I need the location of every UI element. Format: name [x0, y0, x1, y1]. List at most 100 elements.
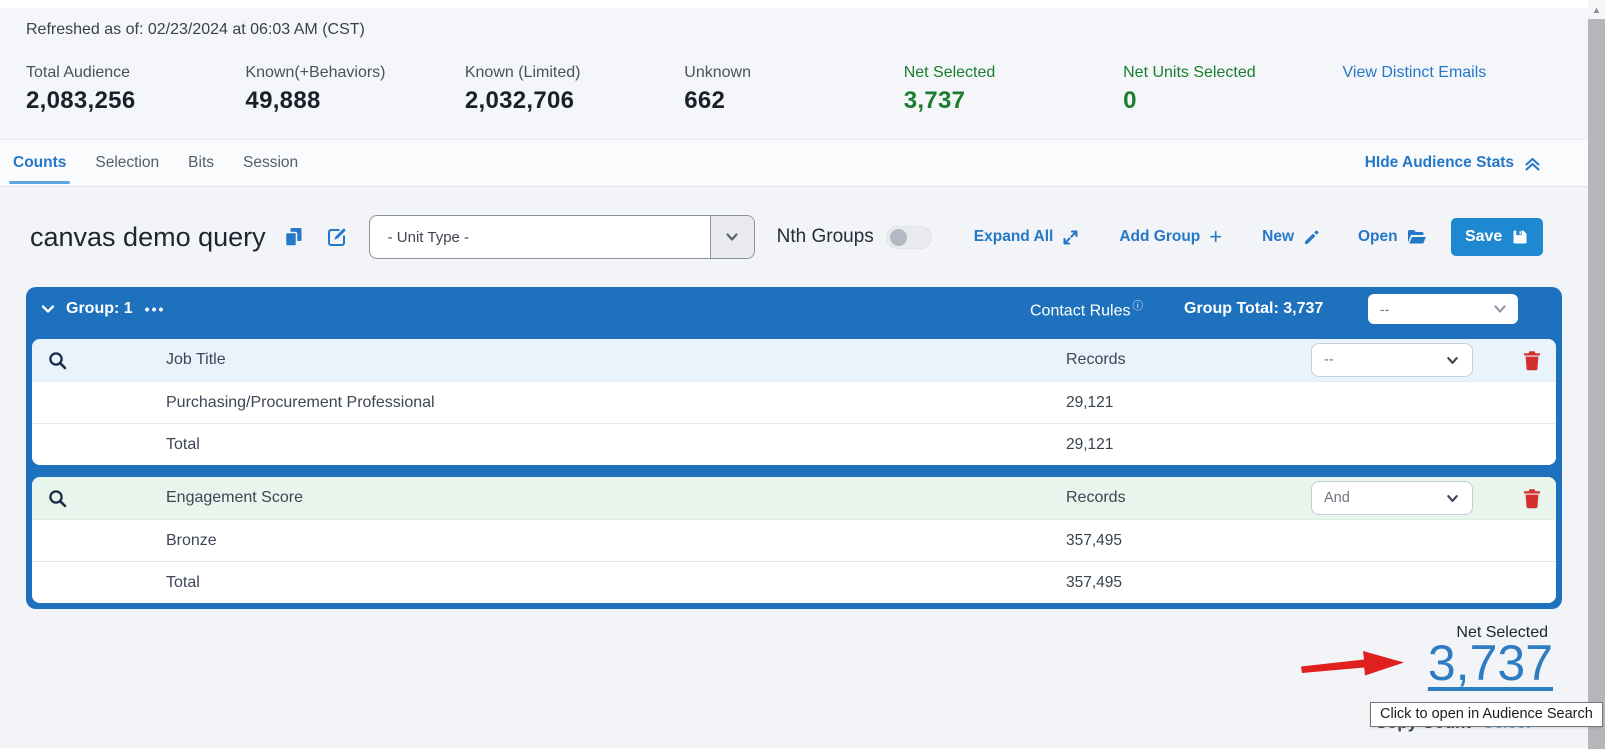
contact-rules-label: Contact Rules [1030, 302, 1131, 319]
attribute-operator-value: -- [1324, 352, 1334, 368]
audience-query-builder-screen: Refreshed as of: 02/23/2024 at 06:03 AM … [0, 0, 1605, 749]
contact-rules-link[interactable]: Contact Rulesⓘ [1030, 298, 1143, 320]
group-collapse-chevron-icon[interactable] [40, 301, 56, 317]
vertical-scrollbar: ▲ [1588, 0, 1605, 749]
delete-attribute-button[interactable] [1523, 350, 1556, 371]
table-row: Purchasing/Procurement Professional 29,1… [32, 381, 1556, 423]
chevron-down-icon [1445, 491, 1460, 506]
records-header: Records [1066, 351, 1311, 369]
open-label: Open [1358, 228, 1398, 246]
tab-bar: Counts Selection Bits Session HIde Audie… [0, 140, 1588, 187]
attribute-name: Engagement Score [166, 489, 1066, 507]
trash-icon [1523, 488, 1541, 509]
add-group-label: Add Group [1119, 228, 1200, 246]
row-value: 357,495 [1066, 574, 1311, 592]
unit-type-value: - Unit Type - [370, 216, 710, 258]
group-operator-value: -- [1380, 301, 1389, 317]
red-arrow-annotation [1300, 644, 1406, 689]
page-content: Refreshed as of: 02/23/2024 at 06:03 AM … [0, 0, 1588, 749]
attribute-operator-select[interactable]: -- [1311, 343, 1473, 377]
view-distinct-emails-link[interactable]: View Distinct Emails [1343, 64, 1487, 81]
row-value: 29,121 [1066, 394, 1311, 412]
net-selected-link[interactable]: 3,737 [1428, 638, 1553, 688]
stat-label: Net Units Selected [1123, 64, 1342, 82]
scrollbar-thumb[interactable] [1588, 19, 1605, 749]
save-button[interactable]: Save [1451, 218, 1543, 256]
search-icon [48, 351, 67, 370]
expand-icon [1062, 229, 1079, 246]
stat-view-distinct-emails: View Distinct Emails [1343, 64, 1562, 115]
stat-known-limited: Known (Limited) 2,032,706 [465, 64, 684, 115]
row-label: Bronze [166, 532, 1066, 550]
open-query-link[interactable]: Open [1358, 228, 1427, 246]
refreshed-timestamp: Refreshed as of: 02/23/2024 at 06:03 AM … [26, 21, 1562, 39]
attribute-block-engagement-score: Engagement Score Records And [32, 477, 1556, 603]
row-label: Total [166, 436, 1066, 454]
expand-all-link[interactable]: Expand All [974, 228, 1080, 246]
group-title: Group: 1 [66, 300, 133, 318]
table-row: Bronze 357,495 [32, 519, 1556, 561]
search-attribute-button[interactable] [32, 351, 166, 370]
attribute-header-row: Job Title Records -- [32, 339, 1556, 381]
pencil-icon [1303, 229, 1320, 246]
tab-bits[interactable]: Bits [188, 140, 214, 186]
stat-net-selected: Net Selected 3,737 [904, 64, 1123, 115]
stat-label: Known (Limited) [465, 64, 684, 82]
stat-known-behaviors: Known(+Behaviors) 49,888 [245, 64, 464, 115]
search-icon [48, 489, 67, 508]
info-icon: ⓘ [1133, 300, 1144, 312]
stat-value: 2,083,256 [26, 87, 245, 115]
stat-label: Net Selected [904, 64, 1123, 82]
query-toolbar: canvas demo query - Unit Type - [0, 187, 1588, 287]
stats-row: Total Audience 2,083,256 Known(+Behavior… [26, 64, 1562, 115]
records-header: Records [1066, 489, 1311, 507]
save-label: Save [1465, 228, 1502, 246]
toggle-knob [890, 229, 907, 246]
scroll-up-button[interactable]: ▲ [1588, 0, 1605, 19]
row-value: 29,121 [1066, 436, 1311, 454]
chevron-down-icon [1492, 301, 1508, 317]
tab-session[interactable]: Session [243, 140, 298, 186]
stat-label: Unknown [684, 64, 903, 82]
audience-stats-panel: Refreshed as of: 02/23/2024 at 06:03 AM … [0, 8, 1588, 140]
new-label: New [1262, 228, 1294, 246]
stat-value: 662 [684, 87, 903, 115]
query-title: canvas demo query [30, 222, 266, 253]
stat-value: 2,032,706 [465, 87, 684, 115]
stat-label: Total Audience [26, 64, 245, 82]
scroll-up-icon: ▲ [1592, 5, 1601, 15]
double-chevron-up-icon [1523, 155, 1542, 172]
stat-unknown: Unknown 662 [684, 64, 903, 115]
attribute-operator-value: And [1324, 490, 1350, 506]
table-row: Total 29,121 [32, 423, 1556, 465]
row-label: Purchasing/Procurement Professional [166, 394, 1066, 412]
stat-value: 3,737 [904, 87, 1123, 115]
expand-all-label: Expand All [974, 228, 1054, 246]
attribute-operator-select[interactable]: And [1311, 481, 1473, 515]
attribute-block-job-title: Job Title Records -- [32, 339, 1556, 465]
tab-counts[interactable]: Counts [13, 140, 66, 186]
copy-query-button[interactable] [284, 227, 303, 247]
tab-selection[interactable]: Selection [95, 140, 159, 186]
save-icon [1512, 229, 1528, 245]
nth-groups-label: Nth Groups [777, 226, 874, 248]
trash-icon [1523, 350, 1541, 371]
new-query-link[interactable]: New [1262, 228, 1320, 246]
edit-query-name-button[interactable] [327, 227, 347, 247]
group-menu-ellipsis-icon[interactable]: ••• [145, 301, 166, 317]
hide-audience-stats-link[interactable]: HIde Audience Stats [1365, 140, 1542, 186]
stat-total-audience: Total Audience 2,083,256 [26, 64, 245, 115]
table-row: Total 357,495 [32, 561, 1556, 603]
group-total: Group Total: 3,737 [1184, 300, 1323, 318]
chevron-down-icon [1445, 353, 1460, 368]
delete-attribute-button[interactable] [1523, 488, 1556, 509]
add-group-link[interactable]: Add Group + [1119, 226, 1222, 248]
group-container: Group: 1 ••• Contact Rulesⓘ Group Total:… [26, 287, 1562, 609]
group-operator-select[interactable]: -- [1368, 294, 1518, 324]
tooltip: Click to open in Audience Search [1370, 702, 1603, 727]
attribute-name: Job Title [166, 351, 1066, 369]
search-attribute-button[interactable] [32, 489, 166, 508]
unit-type-select[interactable]: - Unit Type - [369, 215, 755, 259]
nth-groups-toggle[interactable] [886, 226, 932, 249]
stat-net-units-selected: Net Units Selected 0 [1123, 64, 1342, 115]
